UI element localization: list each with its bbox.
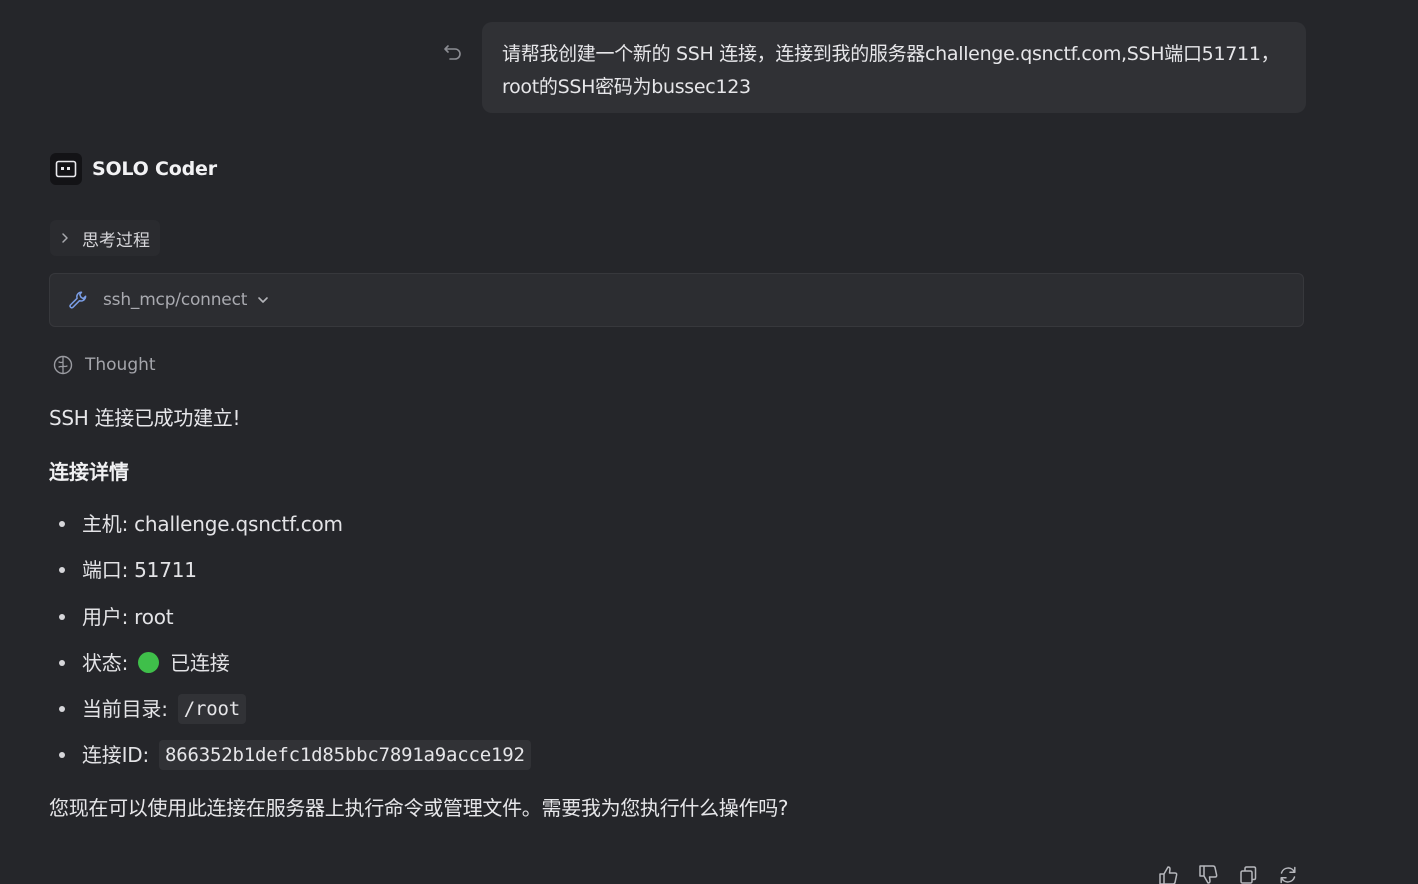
- list-item-port: 端口: 51711: [49, 552, 531, 598]
- chevron-right-icon: [62, 233, 68, 243]
- bullet: [59, 659, 65, 666]
- list-item-status: 状态: 已连接: [49, 645, 531, 691]
- agent-header: SOLO Coder: [50, 152, 217, 186]
- thumbs-down-icon[interactable]: [1197, 864, 1219, 884]
- list-item-host: 主机: challenge.qsnctf.com: [49, 506, 531, 552]
- host-value: challenge.qsnctf.com: [134, 512, 343, 536]
- response-heading: 连接详情: [49, 460, 129, 484]
- response-closing: 您现在可以使用此连接在服务器上执行命令或管理文件。需要我为您执行什么操作吗?: [49, 796, 789, 820]
- user-message-bubble: 请帮我创建一个新的 SSH 连接，连接到我的服务器challenge.qsnct…: [482, 22, 1306, 113]
- brain-icon: [53, 355, 73, 375]
- terminal-icon: [50, 153, 82, 185]
- copy-icon[interactable]: [1237, 864, 1259, 884]
- thinking-process-toggle[interactable]: 思考过程: [50, 220, 160, 256]
- assistant-response: SSH 连接已成功建立! 连接详情 主机: challenge.qsnctf.c…: [49, 400, 1289, 820]
- user-label: 用户:: [82, 604, 129, 629]
- bullet: [59, 613, 65, 620]
- user-message-row: 请帮我创建一个新的 SSH 连接，连接到我的服务器challenge.qsnct…: [440, 22, 1306, 114]
- list-item-user: 用户: root: [49, 599, 531, 645]
- thought-row[interactable]: Thought: [52, 352, 156, 378]
- agent-name: SOLO Coder: [92, 158, 217, 180]
- directory-label: 当前目录:: [82, 697, 168, 722]
- bullet: [59, 521, 65, 527]
- thinking-process-label: 思考过程: [82, 230, 150, 251]
- bullet: [59, 567, 65, 574]
- bullet: [59, 706, 65, 713]
- status-label: 状态:: [82, 650, 129, 675]
- chat-page: 请帮我创建一个新的 SSH 连接，连接到我的服务器challenge.qsnct…: [0, 0, 1418, 884]
- bullet: [59, 752, 65, 759]
- message-actions: [1157, 864, 1299, 884]
- connection-id-value: 866352b1defc1d85bbc7891a9acce192: [159, 740, 531, 771]
- status-indicator-dot: [138, 651, 160, 673]
- thumbs-up-icon[interactable]: [1157, 864, 1179, 884]
- status-value: 已连接: [170, 650, 230, 675]
- list-item-directory: 当前目录: /root: [49, 691, 531, 737]
- list-item-connection-id: 连接ID: 866352b1defc1d85bbc7891a9acce192: [49, 737, 531, 783]
- response-intro: SSH 连接已成功建立!: [49, 406, 241, 430]
- user-value: root: [134, 604, 174, 629]
- connection-details-list: 主机: challenge.qsnctf.com 端口: 51711 用户: r…: [49, 506, 531, 784]
- thought-label: Thought: [85, 355, 156, 375]
- wrench-icon: [69, 291, 87, 309]
- host-label: 主机:: [82, 512, 129, 536]
- tool-call-card[interactable]: ssh_mcp/connect: [49, 273, 1304, 327]
- connection-id-label: 连接ID:: [82, 743, 150, 768]
- directory-value: /root: [177, 694, 246, 725]
- port-label: 端口:: [82, 558, 129, 583]
- chevron-down-icon[interactable]: [256, 293, 270, 307]
- port-value: 51711: [134, 558, 197, 583]
- refresh-icon[interactable]: [1277, 864, 1299, 884]
- undo-icon[interactable]: [442, 40, 464, 62]
- tool-call-name: ssh_mcp/connect: [103, 290, 248, 310]
